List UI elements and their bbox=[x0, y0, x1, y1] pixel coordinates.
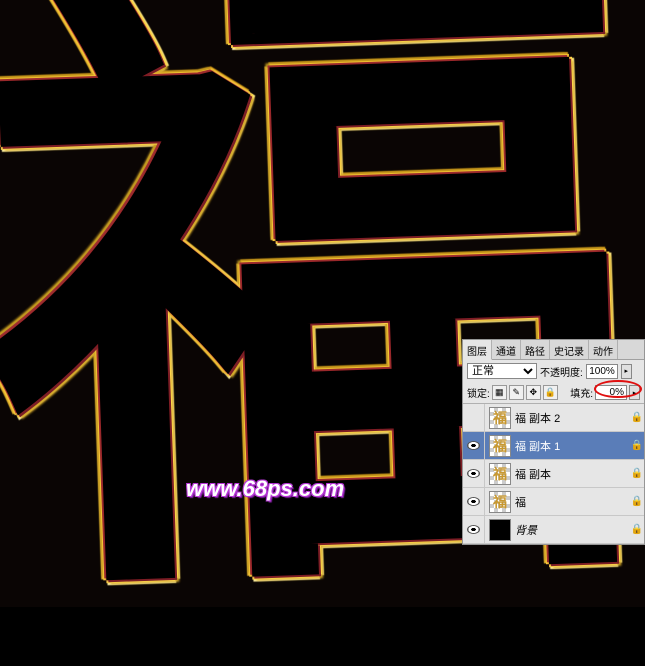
visibility-toggle[interactable] bbox=[463, 516, 485, 543]
layer-name-label[interactable]: 福 bbox=[515, 494, 630, 510]
fill-label: 填充: bbox=[570, 385, 593, 400]
tab-paths[interactable]: 路径 bbox=[521, 340, 550, 359]
layer-row-fu-copy-2[interactable]: 福 福 副本 2 🔒 bbox=[463, 404, 644, 432]
eye-icon bbox=[467, 497, 480, 506]
tab-layers[interactable]: 图层 bbox=[463, 340, 492, 360]
watermark-text: www.68ps.com bbox=[186, 476, 344, 502]
fill-input[interactable] bbox=[595, 385, 627, 400]
layer-row-fu[interactable]: 福 福 🔒 bbox=[463, 488, 644, 516]
blend-mode-select[interactable]: 正常 bbox=[467, 363, 537, 379]
layer-thumbnail[interactable]: 福 bbox=[489, 407, 511, 429]
lock-icon: 🔒 bbox=[630, 468, 644, 479]
opacity-input[interactable] bbox=[586, 364, 618, 379]
layer-thumbnail[interactable]: 福 bbox=[489, 491, 511, 513]
layer-thumbnail[interactable]: 福 bbox=[489, 463, 511, 485]
tab-channels[interactable]: 通道 bbox=[492, 340, 521, 359]
layer-row-fu-copy-1[interactable]: 福 福 副本 1 🔒 bbox=[463, 432, 644, 460]
layers-panel: 图层 通道 路径 史记录 动作 正常 不透明度: ▸ 锁定: ▦ ✎ ✥ 🔒 填… bbox=[462, 339, 645, 545]
fill-flyout-icon[interactable]: ▸ bbox=[629, 385, 640, 400]
layer-name-label[interactable]: 福 副本 bbox=[515, 466, 630, 482]
layer-name-label[interactable]: 福 副本 1 bbox=[515, 438, 630, 454]
layer-row-background[interactable]: 背景 🔒 bbox=[463, 516, 644, 544]
lock-position-icon[interactable]: ✥ bbox=[526, 385, 541, 400]
eye-icon bbox=[467, 525, 480, 534]
visibility-toggle[interactable] bbox=[463, 404, 485, 431]
layer-thumbnail[interactable] bbox=[489, 519, 511, 541]
visibility-toggle[interactable] bbox=[463, 460, 485, 487]
lock-icon: 🔒 bbox=[630, 524, 644, 535]
lock-all-icon[interactable]: 🔒 bbox=[543, 385, 558, 400]
opacity-flyout-icon[interactable]: ▸ bbox=[621, 364, 632, 379]
lock-pixels-icon[interactable]: ✎ bbox=[509, 385, 524, 400]
eye-icon bbox=[467, 469, 480, 478]
tab-history[interactable]: 史记录 bbox=[550, 340, 589, 359]
lock-icon: 🔒 bbox=[630, 440, 644, 451]
panel-tabs: 图层 通道 路径 史记录 动作 bbox=[463, 340, 644, 360]
opacity-label: 不透明度: bbox=[540, 364, 583, 379]
visibility-toggle[interactable] bbox=[463, 432, 485, 459]
eye-icon bbox=[467, 441, 480, 450]
layer-list: 福 福 副本 2 🔒 福 福 副本 1 🔒 福 福 副本 🔒 福 福 🔒 背景 … bbox=[463, 404, 644, 544]
layer-name-label[interactable]: 福 副本 2 bbox=[515, 410, 630, 426]
lock-transparency-icon[interactable]: ▦ bbox=[492, 385, 507, 400]
lock-label: 锁定: bbox=[467, 385, 490, 400]
layer-thumbnail[interactable]: 福 bbox=[489, 435, 511, 457]
blend-opacity-row: 正常 不透明度: ▸ bbox=[463, 360, 644, 382]
lock-icon: 🔒 bbox=[630, 496, 644, 507]
visibility-toggle[interactable] bbox=[463, 488, 485, 515]
lock-icon: 🔒 bbox=[630, 412, 644, 423]
tab-actions[interactable]: 动作 bbox=[589, 340, 618, 359]
lock-fill-row: 锁定: ▦ ✎ ✥ 🔒 填充: ▸ bbox=[463, 382, 644, 404]
layer-name-label[interactable]: 背景 bbox=[515, 522, 630, 538]
layer-row-fu-copy[interactable]: 福 福 副本 🔒 bbox=[463, 460, 644, 488]
